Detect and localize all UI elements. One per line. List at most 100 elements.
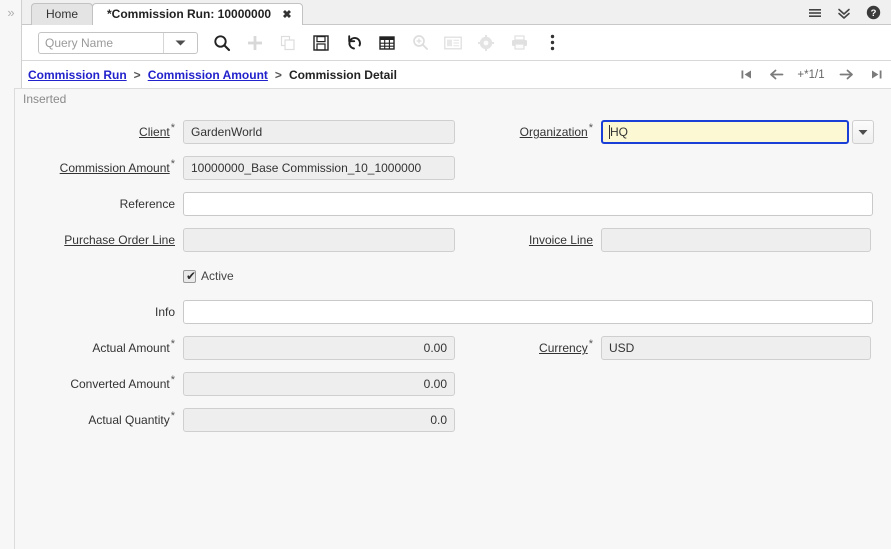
check-icon: ✔ [186,270,196,283]
breadcrumb-item-commission-amount[interactable]: Commission Amount [148,68,268,82]
tab-home[interactable]: Home [31,3,93,25]
field-reference-input[interactable] [183,192,873,216]
close-icon[interactable]: ✖ [282,5,291,25]
new-icon [245,33,265,53]
field-organization: Organization* HQ [505,118,874,146]
chevron-double-down-icon[interactable] [836,5,852,21]
form-row: ✔ Active [15,262,891,290]
field-currency-value[interactable]: USD [601,336,871,360]
query-name-combo[interactable] [38,32,198,54]
field-invoice-line-value[interactable] [601,228,871,252]
form-area: Client* GardenWorld Organization* HQ [14,108,891,549]
field-commission-amount-label: Commission Amount* [23,161,175,175]
field-client: Client* GardenWorld [23,118,455,146]
field-actual-quantity-value[interactable]: 0.0 [183,408,455,432]
help-icon[interactable]: ? [865,5,881,21]
save-icon[interactable] [311,33,331,53]
field-commission-amount: Commission Amount* 10000000_Base Commiss… [23,154,455,182]
field-client-label: Client* [23,125,175,139]
form-row: Converted Amount* 0.00 [15,370,891,398]
field-converted-amount-value[interactable]: 0.00 [183,372,455,396]
form-row: Actual Quantity* 0.0 [15,406,891,434]
field-actual-quantity-label: Actual Quantity* [23,413,175,427]
menu-icon[interactable] [807,5,823,21]
next-record-icon[interactable] [831,63,861,87]
field-purchase-order-line-label: Purchase Order Line [23,233,175,247]
field-actual-amount: Actual Amount* 0.00 [23,334,455,362]
required-marker: * [171,374,175,386]
first-record-icon[interactable] [731,63,761,87]
field-actual-amount-value[interactable]: 0.00 [183,336,455,360]
record-counter: +*1/1 [791,69,831,81]
field-invoice-line-label: Invoice Line [505,233,593,247]
field-currency-label: Currency* [505,341,593,355]
required-marker: * [589,338,593,350]
print-icon [509,33,529,53]
svg-text:?: ? [870,8,876,19]
field-reference: Reference [23,190,873,218]
required-marker: * [589,122,593,134]
field-organization-input[interactable]: HQ [601,120,849,144]
breadcrumb-separator: > [275,68,282,82]
breadcrumb-item-commission-detail: Commission Detail [289,68,397,82]
field-reference-label: Reference [23,197,175,211]
field-organization-label: Organization* [505,125,593,139]
report-icon [443,33,463,53]
breadcrumb-item-commission-run[interactable]: Commission Run [28,68,127,82]
search-icon[interactable] [212,33,232,53]
required-marker: * [171,338,175,350]
previous-record-icon[interactable] [761,63,791,87]
settings-icon [476,33,496,53]
tab-commission-run-label: *Commission Run: 10000000 [107,7,271,21]
more-icon[interactable] [542,33,562,53]
field-currency: Currency* USD [505,334,871,362]
field-converted-amount: Converted Amount* 0.00 [23,370,455,398]
chevron-down-icon[interactable] [164,33,197,53]
last-record-icon[interactable] [861,63,891,87]
status-bar: Inserted [14,88,891,108]
tab-bar: Home *Commission Run: 10000000 ✖ [22,0,891,25]
form-row: Actual Amount* 0.00 Currency* USD [15,334,891,362]
breadcrumb-separator: > [134,68,141,82]
zoom-icon [410,33,430,53]
field-active: ✔ Active [183,262,234,290]
form-row: Reference [15,190,891,218]
active-checkbox-label: Active [201,269,234,283]
breadcrumb-row: Commission Run > Commission Amount > Com… [22,61,891,88]
sidebar-expand-icon[interactable]: » [4,6,18,20]
form-row: Client* GardenWorld Organization* HQ [15,118,891,146]
toolbar [22,25,891,61]
tab-home-label: Home [46,7,78,21]
status-text: Inserted [23,92,66,106]
field-actual-quantity: Actual Quantity* 0.0 [23,406,455,434]
field-organization-value: HQ [610,125,628,139]
field-info-input[interactable] [183,300,873,324]
required-marker: * [171,158,175,170]
field-invoice-line: Invoice Line [505,226,871,254]
field-info-label: Info [23,305,175,319]
form-row: Info [15,298,891,326]
record-pager: +*1/1 [731,61,891,88]
copy-icon [278,33,298,53]
form-row: Commission Amount* 10000000_Base Commiss… [15,154,891,182]
field-purchase-order-line: Purchase Order Line [23,226,455,254]
undo-icon[interactable] [344,33,364,53]
window-icon-group: ? [807,0,887,25]
field-client-value[interactable]: GardenWorld [183,120,455,144]
required-marker: * [171,410,175,422]
toolbar-icon-group [212,33,562,53]
field-info: Info [23,298,873,326]
application-window: » Home *Commission Run: 10000000 ✖ [0,0,891,549]
grid-icon[interactable] [377,33,397,53]
form-row: Purchase Order Line Invoice Line [15,226,891,254]
query-name-input[interactable] [39,33,163,53]
field-commission-amount-value[interactable]: 10000000_Base Commission_10_1000000 [183,156,455,180]
breadcrumb: Commission Run > Commission Amount > Com… [28,61,397,88]
field-actual-amount-label: Actual Amount* [23,341,175,355]
tab-commission-run[interactable]: *Commission Run: 10000000 ✖ [92,3,303,26]
required-marker: * [171,122,175,134]
field-purchase-order-line-value[interactable] [183,228,455,252]
organization-dropdown-icon[interactable] [852,120,874,144]
field-converted-amount-label: Converted Amount* [23,377,175,391]
active-checkbox[interactable]: ✔ [183,270,196,283]
